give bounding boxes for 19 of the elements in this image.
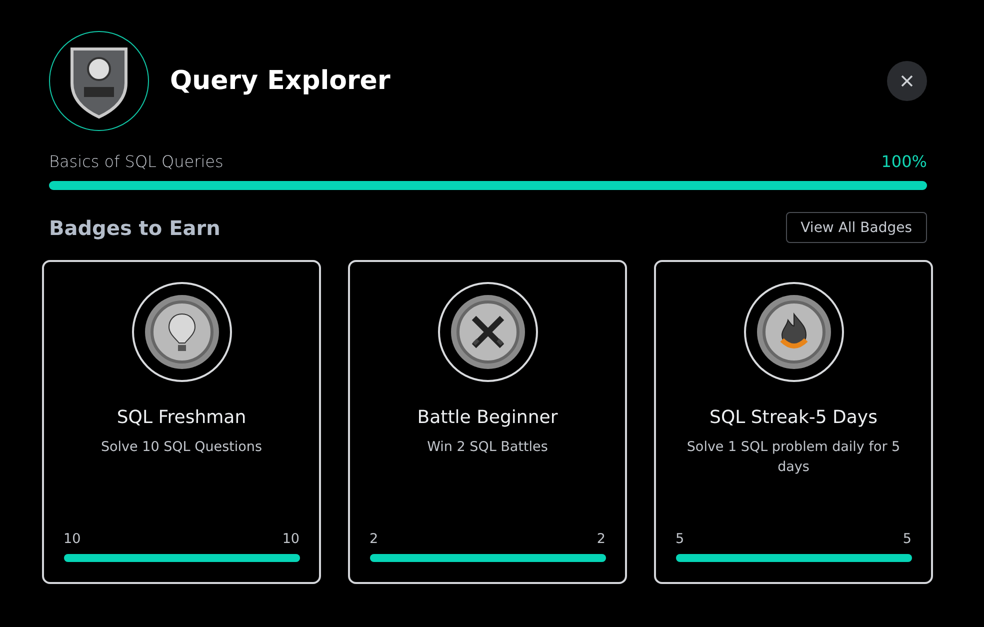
current-count: 5 bbox=[676, 531, 684, 547]
target-count: 10 bbox=[282, 531, 300, 547]
badge-name: SQL Freshman bbox=[116, 407, 246, 428]
badge-description: Solve 1 SQL problem daily for 5 days bbox=[686, 438, 902, 477]
view-all-badges-button[interactable]: View All Badges bbox=[786, 212, 927, 243]
badge-description: Win 2 SQL Battles bbox=[427, 438, 548, 457]
current-count: 10 bbox=[64, 531, 81, 547]
badge-name: SQL Streak-5 Days bbox=[710, 407, 878, 428]
course-name: Basics of SQL Queries bbox=[49, 152, 224, 171]
badge-description: Solve 10 SQL Questions bbox=[100, 438, 262, 457]
badge-name: Battle Beginner bbox=[417, 407, 558, 428]
section-title: Badges to Earn bbox=[49, 216, 220, 240]
badge-title: Query Explorer bbox=[170, 66, 392, 96]
close-icon bbox=[901, 75, 913, 87]
target-count: 2 bbox=[596, 531, 606, 547]
progress-percent: 100% bbox=[881, 152, 927, 171]
close-button[interactable] bbox=[887, 61, 927, 101]
current-count: 2 bbox=[370, 531, 378, 547]
target-count: 5 bbox=[902, 531, 912, 547]
